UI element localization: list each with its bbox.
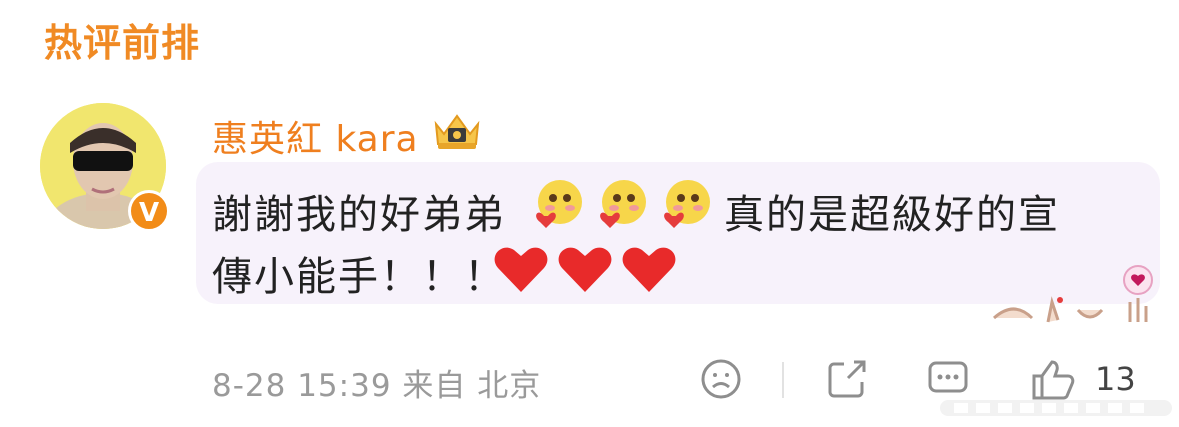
crown-badge-icon[interactable]: [430, 110, 484, 156]
red-heart-icon: [494, 247, 548, 292]
red-heart-icon: [622, 247, 676, 292]
comment-text-line1b: 真的是超級好的宣: [724, 192, 1060, 238]
comment-text-line2: 傳小能手！！！: [212, 254, 506, 300]
location: 来自 北京: [402, 368, 542, 404]
watermark-graphic: [940, 400, 1172, 416]
hand-heart-sticker-icon: [992, 265, 1153, 323]
comment-text-line1a: 謝謝我的好弟弟: [212, 192, 506, 238]
verified-badge: V: [128, 190, 170, 232]
red-heart-icon: [558, 247, 612, 292]
action-divider: [782, 362, 784, 398]
comment-meta: 8-28 15:39 来自 北京: [212, 360, 541, 405]
blush-heart-emoji: [664, 180, 710, 228]
section-title: 热评前排: [44, 21, 201, 65]
timestamp: 8-28 15:39: [212, 368, 392, 404]
dislike-face-icon[interactable]: [700, 358, 742, 400]
blush-heart-emoji: [536, 180, 582, 228]
share-icon[interactable]: [826, 358, 868, 400]
username[interactable]: 惠英紅 kara: [212, 110, 419, 162]
blush-heart-emoji: [600, 180, 646, 228]
